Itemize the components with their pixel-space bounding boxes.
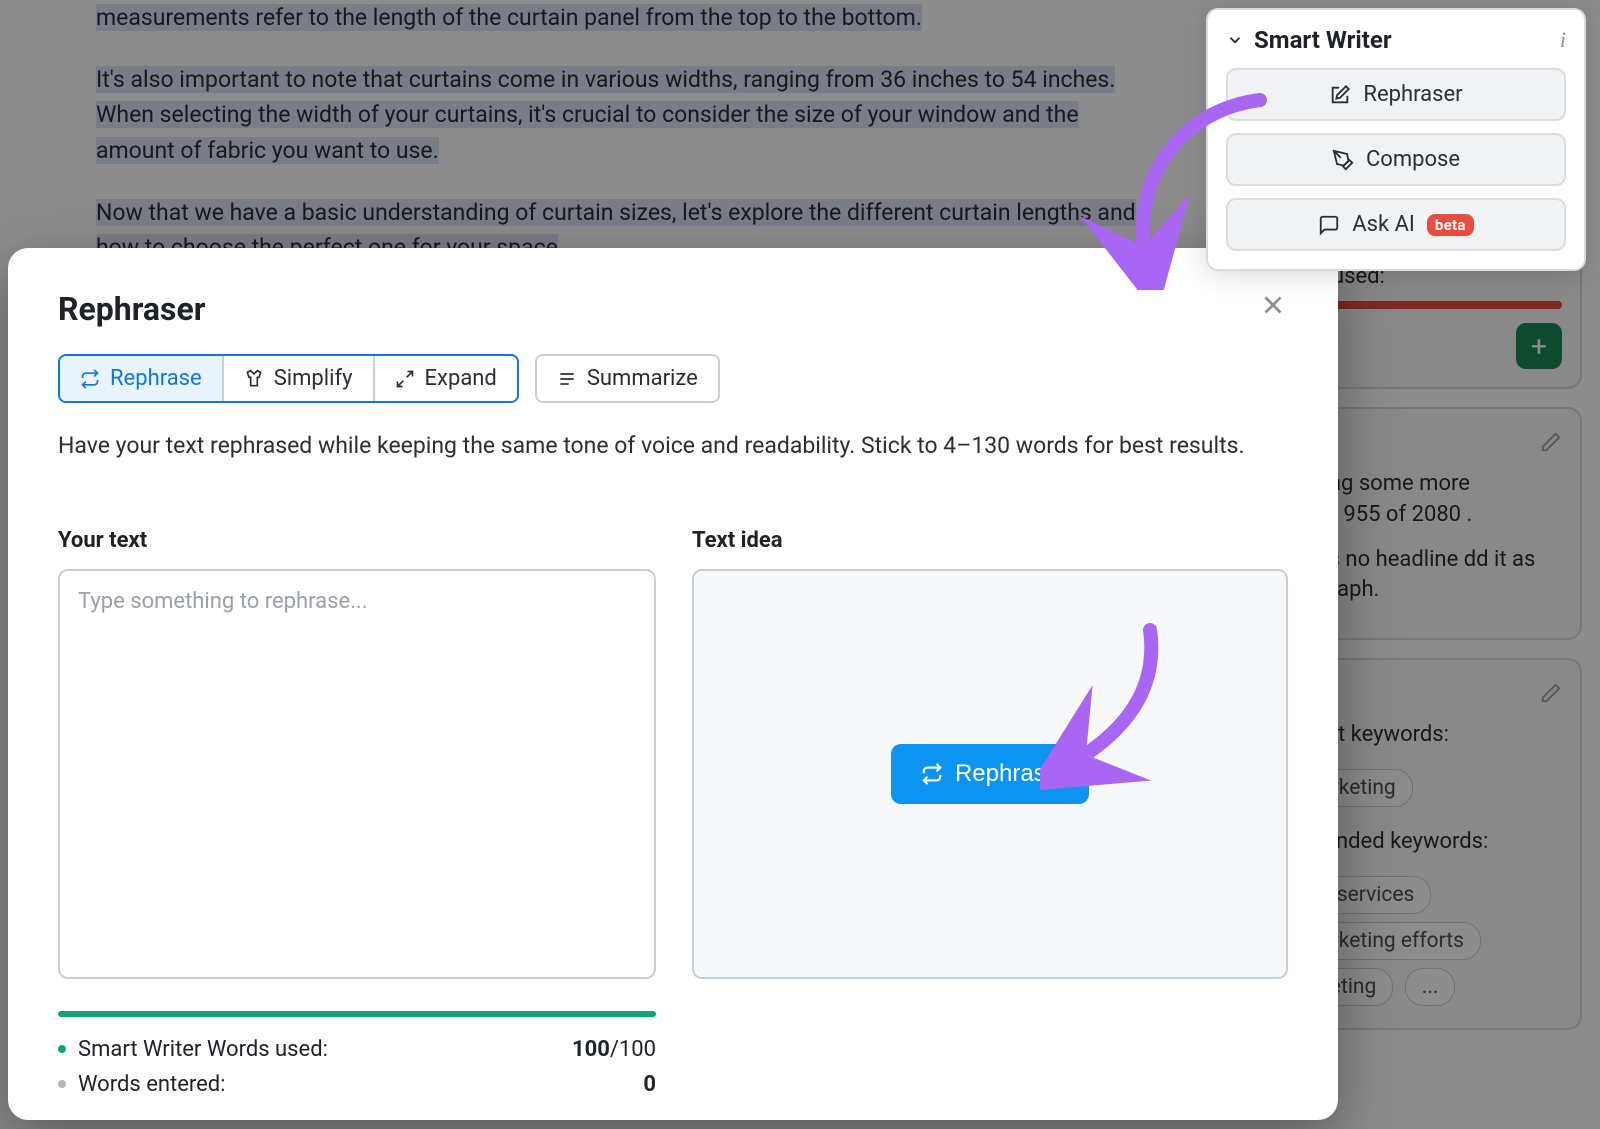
ask-ai-button[interactable]: Ask AI beta bbox=[1226, 198, 1566, 251]
mode-description: Have your text rephrased while keeping t… bbox=[58, 429, 1288, 464]
mode-tabs: Rephrase Simplify Expand Summarize bbox=[58, 354, 1288, 403]
beta-badge: beta bbox=[1427, 214, 1474, 236]
tab-label: Simplify bbox=[274, 366, 353, 391]
tab-expand[interactable]: Expand bbox=[373, 356, 517, 401]
tab-label: Rephrase bbox=[110, 366, 202, 391]
rephraser-button[interactable]: Rephraser bbox=[1226, 68, 1566, 121]
smart-writer-panel: Smart Writer i Rephraser Compose Ask AI … bbox=[1206, 8, 1586, 271]
refresh-icon bbox=[80, 369, 100, 389]
compose-button[interactable]: Compose bbox=[1226, 133, 1566, 186]
expand-icon bbox=[395, 369, 415, 389]
pen-icon bbox=[1332, 149, 1354, 171]
words-entered-label: Words entered: bbox=[78, 1072, 226, 1097]
chat-icon bbox=[1318, 214, 1340, 236]
text-idea-output: Rephrase bbox=[692, 569, 1288, 979]
usage-bar bbox=[58, 1011, 656, 1017]
tab-summarize[interactable]: Summarize bbox=[537, 356, 718, 401]
close-icon[interactable] bbox=[1258, 290, 1288, 320]
words-used-label: Smart Writer Words used: bbox=[78, 1037, 328, 1062]
tab-simplify[interactable]: Simplify bbox=[222, 356, 373, 401]
tab-label: Summarize bbox=[587, 366, 698, 391]
refresh-icon bbox=[921, 763, 943, 785]
rephrase-button[interactable]: Rephrase bbox=[891, 744, 1089, 804]
shirt-icon bbox=[244, 369, 264, 389]
smart-writer-title: Smart Writer bbox=[1254, 26, 1392, 54]
words-used-total: /100 bbox=[610, 1037, 656, 1062]
rephraser-modal: Rephraser Rephrase Simplify bbox=[8, 248, 1338, 1120]
words-entered-value: 0 bbox=[643, 1072, 656, 1097]
info-icon[interactable]: i bbox=[1560, 27, 1566, 53]
words-used-value: 100 bbox=[572, 1037, 610, 1062]
tab-label: Expand bbox=[425, 366, 497, 391]
text-idea-label: Text idea bbox=[692, 528, 1288, 553]
tab-rephrase[interactable]: Rephrase bbox=[60, 356, 222, 401]
usage-dot-icon bbox=[58, 1080, 66, 1088]
list-icon bbox=[557, 369, 577, 389]
compose-label: Compose bbox=[1366, 147, 1460, 172]
chevron-down-icon[interactable] bbox=[1226, 31, 1244, 49]
edit-icon bbox=[1329, 84, 1351, 106]
rephrase-button-label: Rephrase bbox=[955, 760, 1059, 788]
your-text-input[interactable] bbox=[58, 569, 656, 979]
ask-ai-label: Ask AI bbox=[1352, 212, 1415, 237]
usage-dot-icon bbox=[58, 1045, 66, 1053]
modal-title: Rephraser bbox=[58, 290, 205, 328]
rephraser-label: Rephraser bbox=[1363, 82, 1462, 107]
your-text-label: Your text bbox=[58, 528, 656, 553]
